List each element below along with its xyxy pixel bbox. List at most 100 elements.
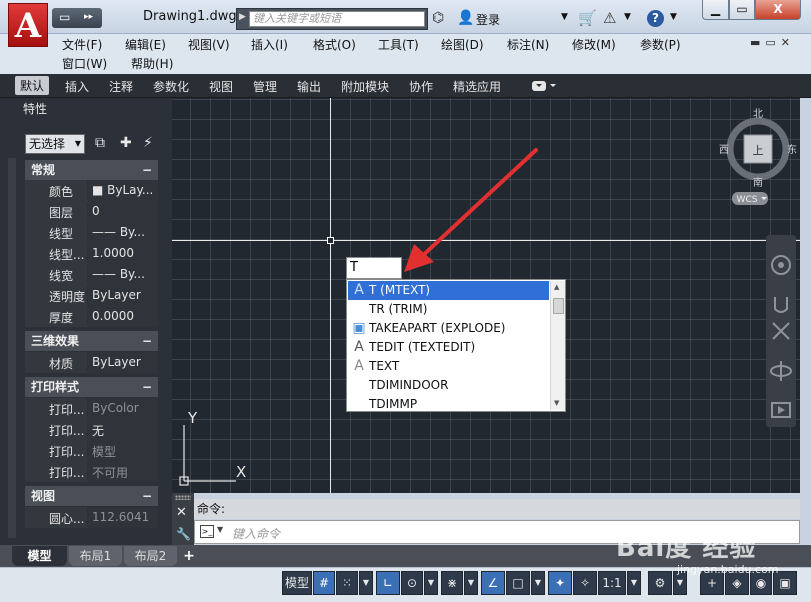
tab-featured-apps[interactable]: 精选应用 [453,78,501,95]
tab-parametric[interactable]: 参数化 [153,78,189,95]
grid-icon[interactable]: # [313,571,335,595]
app-menu-button[interactable]: A [8,3,48,47]
viewcube[interactable]: 上 北 南 西 东 WCS [716,104,800,212]
orbit-icon[interactable] [770,361,792,381]
plus-icon[interactable]: + [700,571,724,595]
help-icon[interactable]: ? [647,10,664,27]
tab-addins[interactable]: 附加模块 [341,78,389,95]
snap-icon[interactable]: ⁙ [336,571,358,595]
menu-modify[interactable]: 修改(M) [572,36,616,53]
scroll-down-icon[interactable]: ▼ [554,399,559,407]
polar-icon[interactable]: ⊙ [401,571,423,595]
chevron-down-icon[interactable]: ▼ [561,12,568,22]
tab-model[interactable]: 模型 [12,546,67,566]
tab-view[interactable]: 视图 [209,78,233,95]
scrollbar-thumb[interactable] [553,298,564,314]
drawing-area[interactable]: 上 北 南 西 东 WCS Y X T A T (MTEXT) TR (TRIM… [172,98,800,493]
autocomplete-item[interactable]: A TEDIT (TEXTEDIT) [348,338,549,357]
close-icon[interactable]: ✕ [176,505,187,520]
chevron-down-icon[interactable]: ▼ [670,12,677,22]
command-prompt-icon[interactable]: >_ [200,525,214,538]
user-icon[interactable]: 👤 [457,10,474,26]
menu-tools[interactable]: 工具(T) [378,36,419,53]
property-row[interactable]: 材质 ByLayer [25,352,158,373]
chevron-down-icon[interactable]: ▼ [531,571,545,595]
property-row[interactable]: 图层 0 [25,201,158,222]
autocomplete-item[interactable]: TR (TRIM) [348,300,549,319]
property-row[interactable]: 线宽 —— By... [25,264,158,285]
tab-annotate[interactable]: 注释 [109,78,133,95]
property-row[interactable]: 透明度 ByLayer [25,285,158,306]
wcs-menu[interactable]: WCS [737,195,758,205]
annotation-scale-button[interactable]: 1:1 [598,571,626,595]
chevron-down-icon[interactable]: ▼ [217,525,223,534]
menu-format[interactable]: 格式(O) [313,36,356,53]
menu-dimension[interactable]: 标注(N) [507,36,549,53]
hardware-acceleration-icon[interactable]: ◈ [725,571,749,595]
qat-more-icon[interactable]: ▸▸ [84,12,93,22]
chevron-down-icon[interactable]: ▼ [424,571,438,595]
property-row[interactable]: 线型 —— By... [25,222,158,243]
new-file-icon[interactable]: ▭ [59,10,70,24]
section-3d-effects[interactable]: 三维效果 − [25,331,158,351]
tab-layout2[interactable]: 布局2 [124,546,177,566]
window-minimize-button[interactable]: ▁ [702,0,729,20]
menu-help[interactable]: 帮助(H) [131,55,173,72]
exchange-icon[interactable]: ⚠ [603,9,616,27]
select-objects-icon[interactable]: ✚ [120,135,132,151]
autocomplete-item[interactable]: A TEXT [348,357,549,376]
chevron-down-icon[interactable]: ▼ [673,571,687,595]
section-plot-style[interactable]: 打印样式 − [25,377,158,397]
menu-parametric[interactable]: 参数(P) [640,36,681,53]
annotation-visibility-icon[interactable]: ✦ [548,571,572,595]
property-row[interactable]: 打印... ByColor [25,398,158,419]
tab-manage[interactable]: 管理 [253,78,277,95]
quick-select-icon[interactable]: ⚡ [143,135,153,151]
chevron-down-icon[interactable]: ▼ [464,571,478,595]
ribbon-options-icon[interactable] [531,80,559,92]
binoculars-icon[interactable]: ⌬ [432,10,444,26]
zoom-extents-icon[interactable] [772,322,790,340]
document-window-controls[interactable]: ▬▭✕ [750,36,795,49]
menu-edit[interactable]: 编辑(E) [125,36,166,53]
property-row[interactable]: 打印... 不可用 [25,461,158,482]
property-row[interactable]: 圆心... 112.6041 [25,507,158,528]
ortho-icon[interactable]: ∟ [376,571,400,595]
pan-hand-icon[interactable] [774,297,788,313]
tab-insert[interactable]: 插入 [65,78,89,95]
autocomplete-item[interactable]: TDIMMP [348,395,549,411]
window-close-button[interactable]: X [755,0,801,20]
autocomplete-item[interactable]: TDIMINDOOR [348,376,549,395]
search-expand-icon[interactable]: ▶ [239,12,246,22]
fullscreen-icon[interactable]: ▣ [773,571,797,595]
tab-default[interactable]: 默认 [15,76,50,95]
scroll-up-icon[interactable]: ▲ [554,283,559,291]
chevron-down-icon[interactable]: ▼ [624,12,631,22]
chevron-down-icon[interactable]: ▼ [359,571,373,595]
login-button[interactable]: 登录 [476,11,500,28]
property-row[interactable]: 线型... 1.0000 [25,243,158,264]
menu-view[interactable]: 视图(V) [188,36,230,53]
dynamic-input-field[interactable]: T [346,257,402,279]
chevron-down-icon[interactable]: ▼ [627,571,641,595]
object-snap-tracking-icon[interactable]: ∠ [481,571,505,595]
command-input[interactable]: 键入命令 [232,525,280,542]
toggle-pickadd-icon[interactable]: ⧉ [95,135,105,151]
tab-output[interactable]: 输出 [297,78,321,95]
isodraft-icon[interactable]: ⋇ [441,571,463,595]
cart-icon[interactable]: 🛒 [578,9,597,27]
menu-file[interactable]: 文件(F) [62,36,102,53]
search-input[interactable]: 键入关键字或短语 [249,11,425,27]
property-row[interactable]: 打印... 无 [25,419,158,440]
steering-wheel-icon[interactable] [771,255,791,275]
command-line-handle[interactable]: ✕ 🔧 [172,493,194,545]
autocomplete-item[interactable]: AT (MTEXT) [348,281,549,300]
showmotion-icon[interactable] [771,402,791,418]
quick-access-toolbar[interactable]: ▭ ▸▸ [52,8,102,28]
palette-side-strip[interactable] [8,158,16,538]
property-row[interactable]: 厚度 0.0000 [25,306,158,327]
property-row[interactable]: 打印... 模型 [25,440,158,461]
selection-dropdown[interactable]: 无选择 ▼ [25,134,85,154]
auto-scale-icon[interactable]: ✧ [573,571,597,595]
object-snap-icon[interactable]: □ [506,571,530,595]
